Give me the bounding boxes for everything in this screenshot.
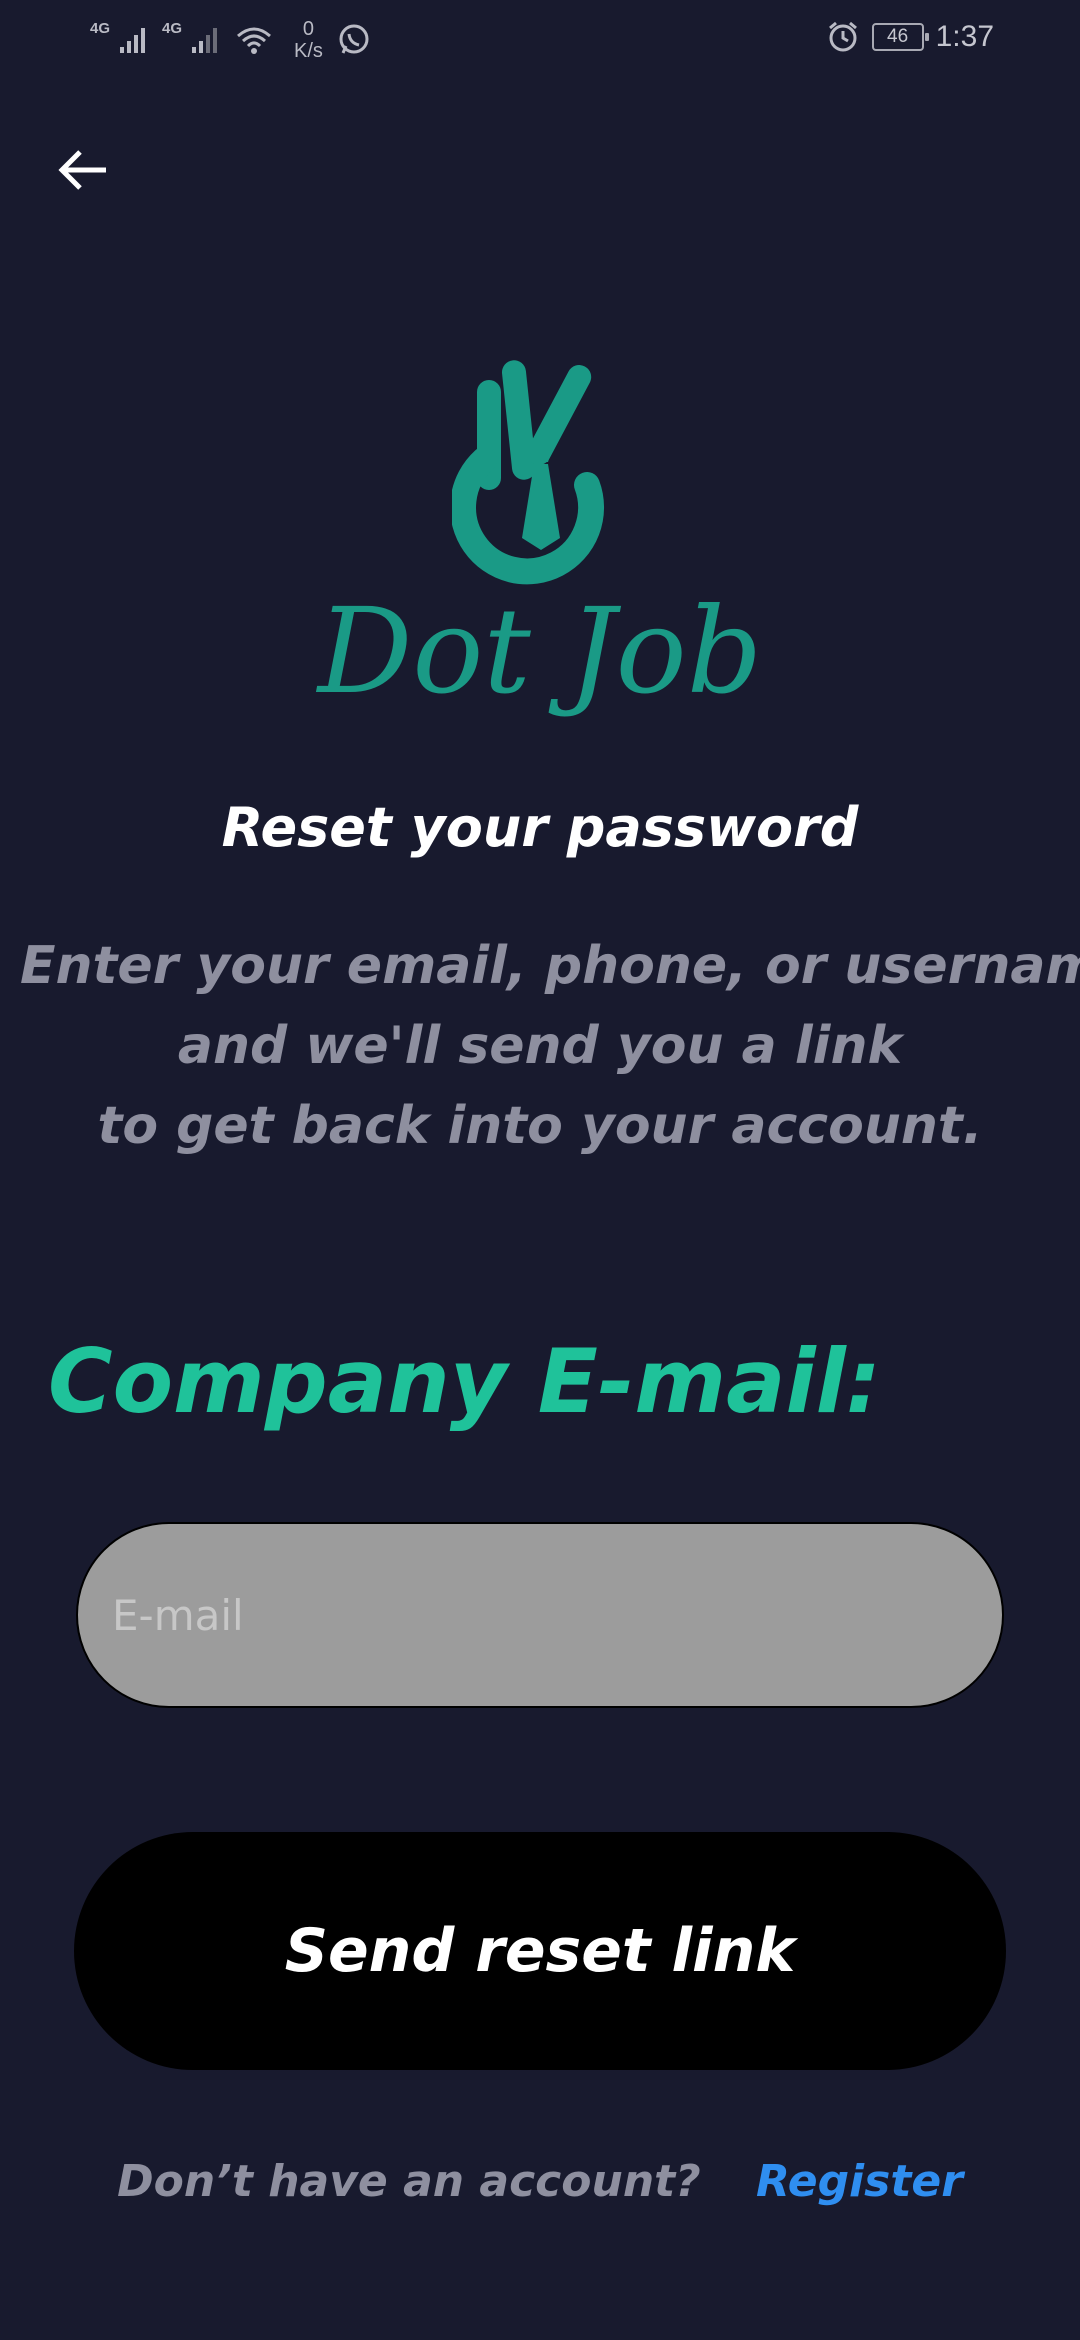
status-bar-left: 4G 4G 0 K/s — [90, 18, 371, 62]
speed-unit: K/s — [294, 40, 323, 62]
send-reset-link-button[interactable]: Send reset link — [74, 1832, 1006, 2070]
no-account-text: Don’t have an account? — [117, 2156, 701, 2207]
page-title: Reset your password — [221, 796, 859, 859]
speed-value: 0 — [302, 18, 315, 40]
brand-logo-text: Dot Job — [316, 582, 762, 720]
instructions-line: and we'll send you a link — [177, 1016, 903, 1076]
status-bar-right: 46 1:37 — [826, 20, 994, 54]
arrow-left-icon — [58, 150, 106, 190]
signal-icon-2 — [192, 28, 218, 53]
instructions-line: Enter your email, phone, or username — [20, 936, 1080, 996]
status-bar: 4G 4G 0 K/s 46 1:37 — [0, 0, 1080, 86]
wifi-icon — [237, 27, 272, 54]
network-type-1: 4G — [90, 19, 111, 37]
email-field[interactable] — [76, 1522, 1004, 1708]
signal-icon — [120, 28, 146, 53]
logo-hand-icon — [452, 360, 604, 585]
battery-icon: 46 — [871, 23, 929, 51]
instructions-text: Enter your email, phone, or username and… — [20, 926, 1080, 1166]
battery-level: 46 — [887, 26, 909, 47]
network-speed: 0 K/s — [294, 18, 323, 62]
register-prompt: Don’t have an account? Register — [0, 2156, 1080, 2207]
back-button[interactable] — [54, 140, 114, 200]
whatsapp-icon — [339, 24, 369, 54]
alarm-icon — [828, 21, 857, 52]
status-time: 1:37 — [935, 20, 994, 53]
register-link[interactable]: Register — [756, 2156, 963, 2207]
reset-password-screen: 4G 4G 0 K/s 46 1:37 Dot Job Reset your p… — [0, 0, 1080, 2340]
network-type-2: 4G — [162, 19, 183, 37]
brand-logo: Dot Job — [316, 582, 762, 720]
company-email-label: Company E-mail: — [48, 1330, 881, 1433]
instructions-line: to get back into your account. — [97, 1096, 983, 1156]
